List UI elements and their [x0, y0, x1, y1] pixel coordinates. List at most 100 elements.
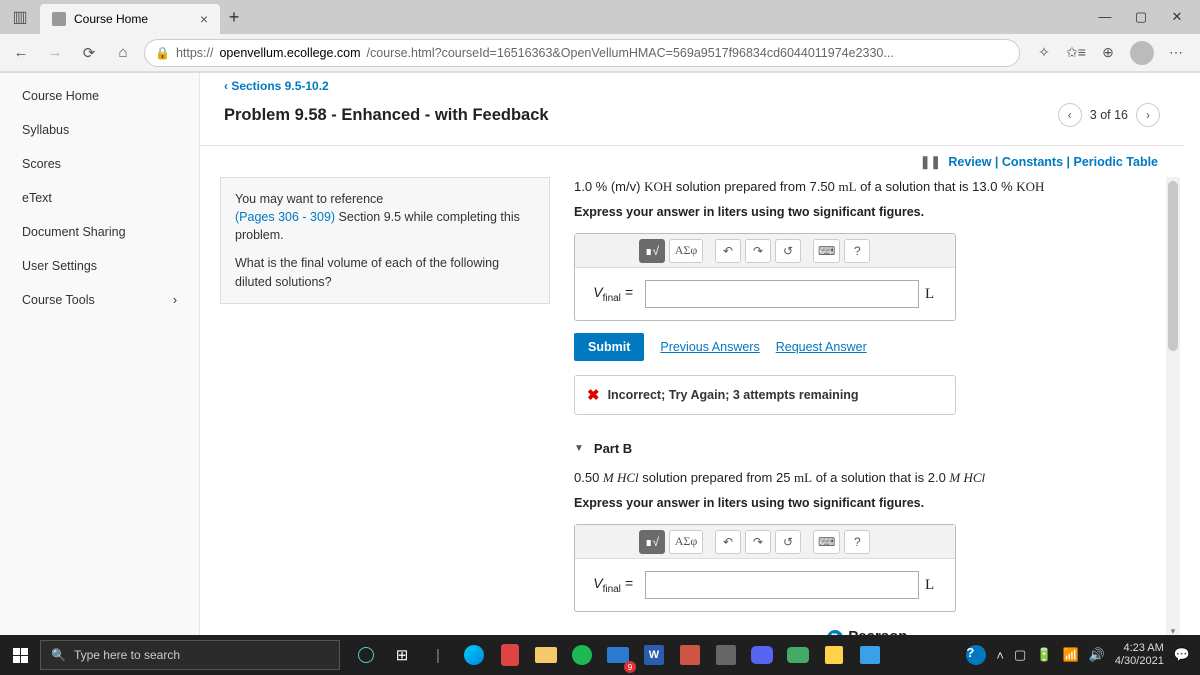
- review-link[interactable]: Review: [948, 155, 991, 169]
- answer-unit: L: [925, 286, 955, 303]
- sidebar-label: Syllabus: [22, 123, 69, 137]
- store-icon[interactable]: [710, 639, 742, 671]
- ref-pages-link[interactable]: (Pages 306 - 309): [235, 210, 335, 224]
- pager-prev-button[interactable]: ‹: [1058, 103, 1082, 127]
- ref-line1: You may want to reference: [235, 190, 535, 208]
- scroll-down-icon[interactable]: ▾: [1166, 624, 1180, 635]
- help-button-b[interactable]: ?: [844, 530, 870, 554]
- symbols-button-b[interactable]: ΑΣφ: [669, 530, 703, 554]
- content-scrollbar[interactable]: ▾: [1166, 177, 1180, 635]
- cortana-icon[interactable]: [350, 639, 382, 671]
- redo-button-b[interactable]: ↷: [745, 530, 771, 554]
- constants-link[interactable]: Constants: [1002, 155, 1063, 169]
- reset-button[interactable]: ↺: [775, 239, 801, 263]
- menu-icon[interactable]: ⋯: [1166, 43, 1186, 63]
- task-view-icon[interactable]: ⊞: [386, 639, 418, 671]
- sidebar-item-course-tools[interactable]: Course Tools›: [0, 283, 199, 317]
- windows-taskbar: 🔍 Type here to search ⊞ | 9 W ? ˄ ▢ 🔋 📶 …: [0, 635, 1200, 675]
- tray-help-icon[interactable]: ?: [966, 645, 986, 665]
- tray-display-icon[interactable]: ▢: [1014, 647, 1026, 663]
- taskbar-search[interactable]: 🔍 Type here to search: [40, 640, 340, 670]
- answer-var-label-b: Vfinal =: [575, 575, 639, 595]
- tray-wifi-icon[interactable]: 📶: [1063, 647, 1079, 663]
- maximize-button[interactable]: ▢: [1132, 9, 1150, 25]
- close-window-button[interactable]: ✕: [1168, 9, 1186, 25]
- part-b-answer-input[interactable]: [645, 571, 919, 599]
- profile-avatar[interactable]: [1130, 41, 1154, 65]
- favorites-icon[interactable]: ✩≡: [1066, 43, 1086, 63]
- pager-text: 3 of 16: [1090, 108, 1128, 122]
- back-button[interactable]: ←: [8, 40, 34, 66]
- app-icon-red[interactable]: [494, 639, 526, 671]
- tray-chevron-icon[interactable]: ˄: [996, 648, 1004, 663]
- submit-button[interactable]: Submit: [574, 333, 644, 361]
- tracking-icon[interactable]: ✧: [1034, 43, 1054, 63]
- discord-icon[interactable]: [746, 639, 778, 671]
- problem-title: Problem 9.58 - Enhanced - with Feedback: [224, 106, 549, 125]
- divider: |: [422, 639, 454, 671]
- part-a-answer-input[interactable]: [645, 280, 919, 308]
- sidebar-label: Scores: [22, 157, 61, 171]
- request-answer-link[interactable]: Request Answer: [776, 340, 867, 354]
- breadcrumb-back[interactable]: ‹ Sections 9.5-10.2: [200, 73, 1184, 95]
- tray-battery-icon[interactable]: 🔋: [1036, 647, 1052, 663]
- symbols-button[interactable]: ΑΣφ: [669, 239, 703, 263]
- start-button[interactable]: [0, 648, 40, 663]
- part-a-question: 1.0 % (m/v) KOH solution prepared from 7…: [574, 177, 1160, 197]
- lock-icon: 🔒: [155, 46, 170, 60]
- spotify-icon[interactable]: [566, 639, 598, 671]
- caret-down-icon: ▼: [574, 443, 584, 454]
- mail-badge: 9: [624, 661, 636, 673]
- reset-button-b[interactable]: ↺: [775, 530, 801, 554]
- part-b-instruction: Express your answer in liters using two …: [574, 488, 1160, 524]
- sidebar-label: Course Tools: [22, 293, 95, 307]
- sidebar-item-etext[interactable]: eText: [0, 181, 199, 215]
- file-explorer-icon[interactable]: [530, 639, 562, 671]
- pause-icon[interactable]: ❚❚: [920, 155, 941, 169]
- minimize-button[interactable]: —: [1096, 9, 1114, 25]
- scrollbar-thumb[interactable]: [1168, 181, 1178, 351]
- keyboard-button-b[interactable]: ⌨: [813, 530, 840, 554]
- taskbar-clock[interactable]: 4:23 AM 4/30/2021: [1115, 642, 1164, 668]
- photos-icon[interactable]: [854, 639, 886, 671]
- windows-logo-icon: [13, 648, 28, 663]
- undo-button-b[interactable]: ↶: [715, 530, 741, 554]
- feedback-text: Incorrect; Try Again; 3 attempts remaini…: [608, 388, 859, 402]
- redo-button[interactable]: ↷: [745, 239, 771, 263]
- notes-icon[interactable]: [818, 639, 850, 671]
- forward-button[interactable]: →: [42, 40, 68, 66]
- sidebar-item-scores[interactable]: Scores: [0, 147, 199, 181]
- sidebar-label: Document Sharing: [22, 225, 126, 239]
- part-a-answer-box: ∎√ ΑΣφ ↶ ↷ ↺ ⌨ ? Vfinal = L: [574, 233, 956, 321]
- new-tab-button[interactable]: +: [220, 7, 248, 28]
- tray-volume-icon[interactable]: 🔊: [1089, 647, 1105, 663]
- search-icon: 🔍: [51, 648, 66, 662]
- sidebar-item-user-settings[interactable]: User Settings: [0, 249, 199, 283]
- home-button[interactable]: ⌂: [110, 40, 136, 66]
- calc-icon[interactable]: [674, 639, 706, 671]
- tab-manager-icon[interactable]: ▥: [0, 7, 40, 27]
- sidebar-item-document-sharing[interactable]: Document Sharing: [0, 215, 199, 249]
- word-icon[interactable]: W: [638, 639, 670, 671]
- browser-tab[interactable]: Course Home ×: [40, 4, 220, 34]
- address-bar[interactable]: 🔒 https://openvellum.ecollege.com/course…: [144, 39, 1020, 67]
- sidebar-item-course-home[interactable]: Course Home: [0, 79, 199, 113]
- notifications-icon[interactable]: 💬: [1174, 647, 1190, 663]
- refresh-button[interactable]: ⟳: [76, 40, 102, 66]
- close-tab-icon[interactable]: ×: [200, 11, 208, 27]
- help-button[interactable]: ?: [844, 239, 870, 263]
- previous-answers-link[interactable]: Previous Answers: [660, 340, 759, 354]
- keyboard-button[interactable]: ⌨: [813, 239, 840, 263]
- undo-button[interactable]: ↶: [715, 239, 741, 263]
- camera-icon[interactable]: [782, 639, 814, 671]
- sidebar-item-syllabus[interactable]: Syllabus: [0, 113, 199, 147]
- periodic-table-link[interactable]: Periodic Table: [1073, 155, 1158, 169]
- clock-date: 4/30/2021: [1115, 655, 1164, 668]
- templates-button[interactable]: ∎√: [639, 239, 665, 263]
- mail-icon[interactable]: 9: [602, 639, 634, 671]
- templates-button-b[interactable]: ∎√: [639, 530, 665, 554]
- collections-icon[interactable]: ⊕: [1098, 43, 1118, 63]
- part-b-header[interactable]: ▼ Part B: [574, 415, 1160, 468]
- pager-next-button[interactable]: ›: [1136, 103, 1160, 127]
- edge-icon[interactable]: [458, 639, 490, 671]
